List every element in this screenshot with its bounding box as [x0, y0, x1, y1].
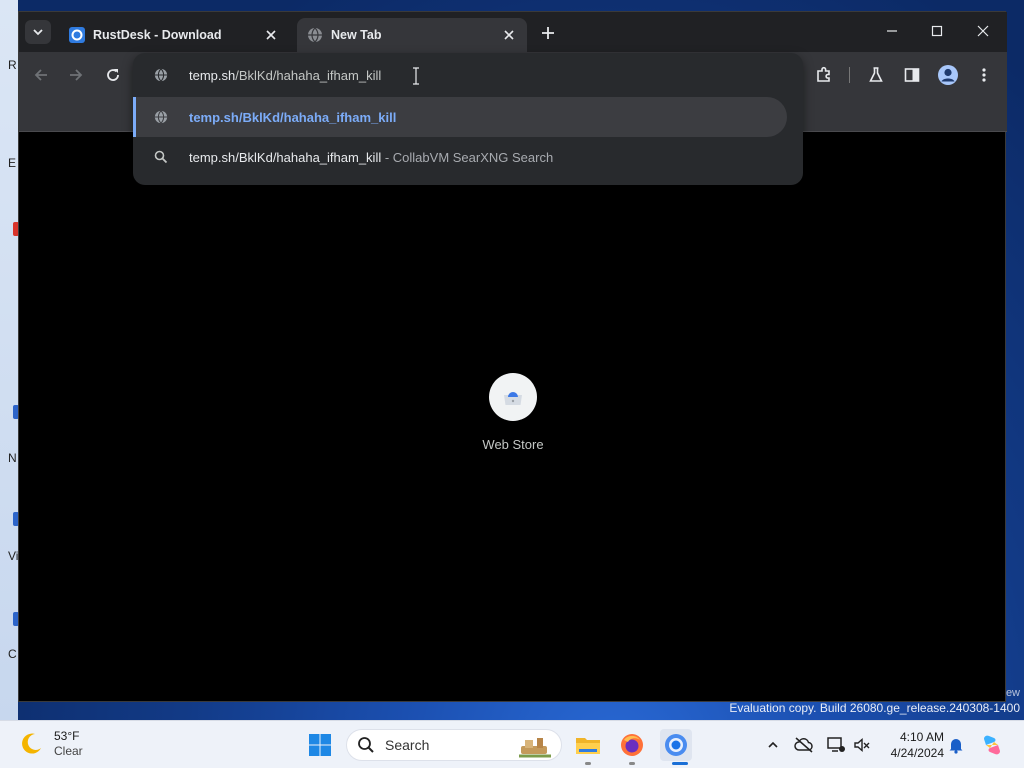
- suggestion-search[interactable]: temp.sh/BklKd/hahaha_ifham_kill - Collab…: [133, 137, 787, 177]
- labs-button[interactable]: [865, 64, 887, 86]
- minimize-button[interactable]: [877, 18, 907, 44]
- onedrive-button[interactable]: [794, 735, 814, 755]
- menu-button[interactable]: [973, 64, 995, 86]
- reload-icon: [107, 69, 119, 81]
- suggestion-url[interactable]: temp.sh/BklKd/hahaha_ifham_kill: [133, 97, 787, 137]
- back-button[interactable]: [30, 64, 52, 86]
- tab-close-button[interactable]: [501, 27, 517, 43]
- globe-icon: [308, 27, 322, 43]
- tab-new-tab[interactable]: New Tab: [297, 18, 527, 52]
- notifications-button[interactable]: [946, 735, 966, 755]
- tab-rustdesk[interactable]: RustDesk - Download: [59, 18, 289, 52]
- network-button[interactable]: [826, 735, 846, 755]
- shortcut-tile: [489, 373, 537, 421]
- weather-widget[interactable]: 53°F Clear: [18, 729, 83, 759]
- watermark-tail: ew: [1005, 687, 1020, 699]
- plus-icon: [542, 27, 554, 39]
- browser-window: RustDesk - Download New Tab Web Store te…: [18, 11, 1007, 702]
- search-label: Search: [385, 737, 430, 753]
- system-clock[interactable]: 4:10 AM 4/24/2024: [880, 729, 944, 761]
- close-icon: [504, 30, 514, 40]
- tab-strip: RustDesk - Download New Tab: [19, 12, 1007, 52]
- copilot-icon: [984, 735, 1000, 755]
- profile-button[interactable]: [937, 64, 959, 86]
- close-icon: [977, 25, 989, 37]
- clock-date: 4/24/2024: [890, 746, 944, 760]
- chevron-down-icon: [33, 29, 43, 36]
- bell-icon: [949, 739, 963, 754]
- minimize-icon: [887, 30, 897, 32]
- shortcut-web-store[interactable]: Web Store: [481, 373, 545, 452]
- web-store-icon: [504, 392, 522, 405]
- file-explorer-button[interactable]: [572, 729, 604, 765]
- arrow-left-icon: [34, 69, 47, 81]
- start-button[interactable]: [304, 729, 336, 761]
- tab-close-button[interactable]: [263, 27, 279, 43]
- network-icon: [827, 737, 845, 752]
- address-path: /BklKd/hahaha_ifham_kill: [235, 67, 382, 83]
- taskbar: 53°F Clear Search 4:10 AM 4/24/2024: [0, 720, 1024, 768]
- text-cursor-icon: [413, 67, 419, 85]
- windows-logo-icon: [309, 734, 331, 756]
- evaluation-watermark: Evaluation copy. Build 26080.ge_release.…: [729, 701, 1020, 715]
- new-tab-button[interactable]: [537, 22, 559, 44]
- extensions-button[interactable]: [813, 64, 835, 86]
- copilot-button[interactable]: [980, 733, 1004, 757]
- volume-muted-icon: [854, 737, 870, 753]
- suggestion-text: temp.sh/BklKd/hahaha_ifham_kill - Collab…: [189, 150, 553, 165]
- folder-icon: [576, 738, 600, 754]
- weather-condition: Clear: [54, 744, 83, 758]
- tab-search-button[interactable]: [25, 20, 51, 44]
- maximize-icon: [931, 25, 943, 37]
- volume-button[interactable]: [852, 735, 872, 755]
- toolbar-separator: [849, 67, 850, 83]
- search-icon: [358, 737, 374, 753]
- globe-icon: [153, 109, 169, 125]
- shortcut-label: Web Store: [482, 437, 544, 452]
- firefox-icon: [621, 734, 643, 756]
- chevron-up-icon: [768, 741, 778, 748]
- tab-title: RustDesk - Download: [93, 28, 222, 42]
- close-window-button[interactable]: [968, 18, 998, 44]
- maximize-button[interactable]: [922, 18, 952, 44]
- side-panel-icon: [904, 68, 920, 82]
- tab-title: New Tab: [331, 28, 382, 42]
- reload-button[interactable]: [102, 64, 124, 86]
- close-icon: [266, 30, 276, 40]
- avatar-icon: [938, 65, 958, 85]
- chrome-icon: [665, 734, 687, 756]
- side-panel-button[interactable]: [901, 64, 923, 86]
- firefox-button[interactable]: [616, 729, 648, 765]
- clock-time: 4:10 AM: [899, 730, 944, 744]
- address-bar[interactable]: temp.sh/BklKd/hahaha_ifham_kill: [133, 53, 803, 97]
- running-indicator: [585, 762, 591, 765]
- flask-icon: [869, 67, 883, 82]
- show-hidden-icons-button[interactable]: [763, 735, 783, 755]
- moon-icon: [22, 733, 41, 754]
- address-host: temp.sh: [189, 67, 236, 83]
- arrow-right-icon: [70, 69, 83, 81]
- search-highlight-icon: [519, 738, 551, 758]
- weather-temperature: 53°F: [54, 729, 80, 743]
- chrome-button[interactable]: [660, 729, 692, 765]
- address-input[interactable]: temp.sh/BklKd/hahaha_ifham_kill: [189, 68, 381, 83]
- taskbar-search[interactable]: Search: [346, 729, 562, 761]
- running-indicator: [629, 762, 635, 765]
- omnibox-dropdown: temp.sh/BklKd/hahaha_ifham_kill temp.sh/…: [133, 53, 803, 185]
- more-vertical-icon: [982, 68, 986, 82]
- suggestion-description: - CollabVM SearXNG Search: [381, 149, 554, 165]
- forward-button[interactable]: [65, 64, 87, 86]
- globe-icon: [153, 67, 169, 83]
- suggestion-query: temp.sh/BklKd/hahaha_ifham_kill: [189, 149, 382, 165]
- puzzle-icon: [817, 66, 830, 82]
- suggestion-text: temp.sh/BklKd/hahaha_ifham_kill: [189, 109, 397, 125]
- cloud-offline-icon: [794, 737, 813, 753]
- active-indicator: [672, 762, 688, 765]
- rustdesk-icon: [69, 27, 85, 43]
- search-icon: [153, 149, 169, 165]
